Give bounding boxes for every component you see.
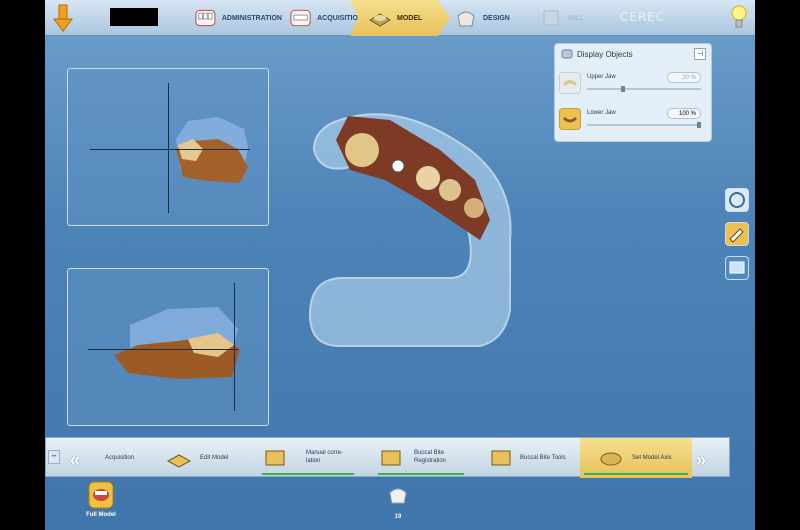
tab-model-label: MODEL bbox=[397, 14, 423, 22]
lower-jaw-row: Lower Jaw 100 % bbox=[557, 106, 709, 132]
upper-jaw-opacity-slider[interactable] bbox=[587, 86, 701, 92]
back-arrow-icon[interactable] bbox=[53, 3, 73, 33]
upper-jaw-opacity-field[interactable]: 30 % bbox=[667, 72, 701, 83]
upper-jaw-icon[interactable] bbox=[559, 72, 581, 94]
screenshot-tool[interactable] bbox=[725, 256, 749, 280]
tab-mill-label: MILL bbox=[568, 14, 585, 22]
tab-model[interactable]: MODEL bbox=[350, 0, 450, 36]
previous-step-chevron-icon[interactable]: « bbox=[70, 450, 80, 471]
rotate-view-tool[interactable] bbox=[725, 188, 749, 212]
lightbulb-icon[interactable] bbox=[731, 4, 747, 30]
tooth-icon[interactable] bbox=[388, 487, 408, 505]
display-settings-icon bbox=[561, 49, 573, 59]
tab-acquisition-label: ACQUISITION bbox=[317, 14, 363, 22]
step-buccal-bite-registration-label: Buccal Bite Registration bbox=[414, 450, 447, 464]
lower-jaw-icon[interactable] bbox=[559, 108, 581, 130]
tab-acquisition[interactable]: ACQUISITION bbox=[285, 0, 363, 36]
screenshot-icon bbox=[729, 261, 745, 274]
upper-jaw-row: Upper Jaw 30 % bbox=[557, 70, 709, 96]
tab-design-label: DESIGN bbox=[483, 14, 510, 22]
rotate-icon bbox=[729, 192, 745, 208]
full-model-label: Full Model bbox=[86, 512, 116, 518]
axis-line-horizontal bbox=[88, 349, 238, 350]
tab-administration[interactable]: ADMINISTRATION bbox=[190, 0, 282, 36]
step-buccal-bite-tools[interactable]: Buccal Bite Tools bbox=[474, 438, 574, 478]
cerec-app: ADMINISTRATION ACQUISITION MODEL DESIGN bbox=[45, 0, 755, 530]
workflow-step-bar: •• « Acquisition Edit Model Manual corre… bbox=[45, 437, 730, 478]
lower-jaw-label: Lower Jaw bbox=[587, 110, 616, 116]
step-progress-bar bbox=[584, 473, 688, 475]
step-manual-correlation-label: Manual corre- lation bbox=[306, 450, 344, 464]
axis-line-vertical bbox=[168, 83, 169, 213]
brand-logo: CEREC bbox=[620, 10, 666, 24]
full-model-icon[interactable] bbox=[88, 481, 114, 509]
step-buccal-bite-tools-label: Buccal Bite Tools bbox=[520, 455, 566, 461]
display-objects-title: Display Objects bbox=[577, 49, 633, 59]
display-objects-panel: Display Objects ⊣ Upper Jaw 30 % Lower J… bbox=[554, 43, 712, 142]
step-acquisition[interactable]: Acquisition bbox=[101, 438, 161, 478]
teeth-icon bbox=[290, 9, 311, 27]
teeth-icon bbox=[195, 9, 216, 27]
buccal-bite-icon bbox=[381, 450, 401, 466]
edit-model-icon bbox=[166, 454, 192, 468]
upper-jaw-label: Upper Jaw bbox=[587, 74, 616, 80]
jaw-side-view-render bbox=[114, 307, 240, 379]
lower-jaw-opacity-slider[interactable] bbox=[587, 122, 701, 128]
lower-jaw-opacity-field[interactable]: 100 % bbox=[667, 108, 701, 119]
occlusal-jaw-view[interactable] bbox=[300, 110, 520, 370]
tab-mill: MILL bbox=[535, 0, 595, 36]
step-bar-toggle[interactable]: •• bbox=[48, 450, 60, 464]
tooth-number: 19 bbox=[394, 514, 402, 520]
tab-administration-label: ADMINISTRATION bbox=[221, 14, 282, 22]
mill-block-icon bbox=[543, 10, 559, 26]
axis-line-horizontal bbox=[90, 149, 250, 150]
step-set-model-axis-label: Set Model Axis bbox=[632, 455, 672, 461]
crown-icon bbox=[457, 11, 475, 27]
step-buccal-bite-registration[interactable]: Buccal Bite Registration bbox=[366, 438, 466, 478]
side-view-lower[interactable] bbox=[67, 268, 269, 426]
step-edit-model-label: Edit Model bbox=[200, 455, 229, 461]
edit-tool-icon bbox=[729, 228, 744, 243]
buccal-bite-tools-icon bbox=[491, 450, 511, 466]
tool-edit[interactable] bbox=[725, 222, 749, 246]
manual-correlation-icon bbox=[265, 450, 285, 466]
patient-name-redacted bbox=[110, 8, 158, 26]
step-set-model-axis[interactable]: Set Model Axis bbox=[580, 438, 692, 478]
step-edit-model[interactable]: Edit Model bbox=[166, 438, 256, 478]
step-progress-bar bbox=[262, 473, 354, 475]
tab-design[interactable]: DESIGN bbox=[450, 0, 520, 36]
step-progress-bar bbox=[378, 473, 464, 475]
panel-pin-button[interactable]: ⊣ bbox=[694, 48, 706, 60]
step-manual-correlation[interactable]: Manual corre- lation bbox=[258, 438, 358, 478]
jaw-model-icon bbox=[369, 13, 391, 27]
set-model-axis-icon bbox=[600, 452, 622, 466]
top-navigation-bar: ADMINISTRATION ACQUISITION MODEL DESIGN bbox=[45, 0, 755, 36]
step-acquisition-label: Acquisition bbox=[105, 455, 135, 461]
axis-line-vertical bbox=[234, 283, 235, 411]
side-view-upper[interactable] bbox=[67, 68, 269, 226]
next-step-chevron-icon[interactable]: » bbox=[696, 450, 706, 471]
